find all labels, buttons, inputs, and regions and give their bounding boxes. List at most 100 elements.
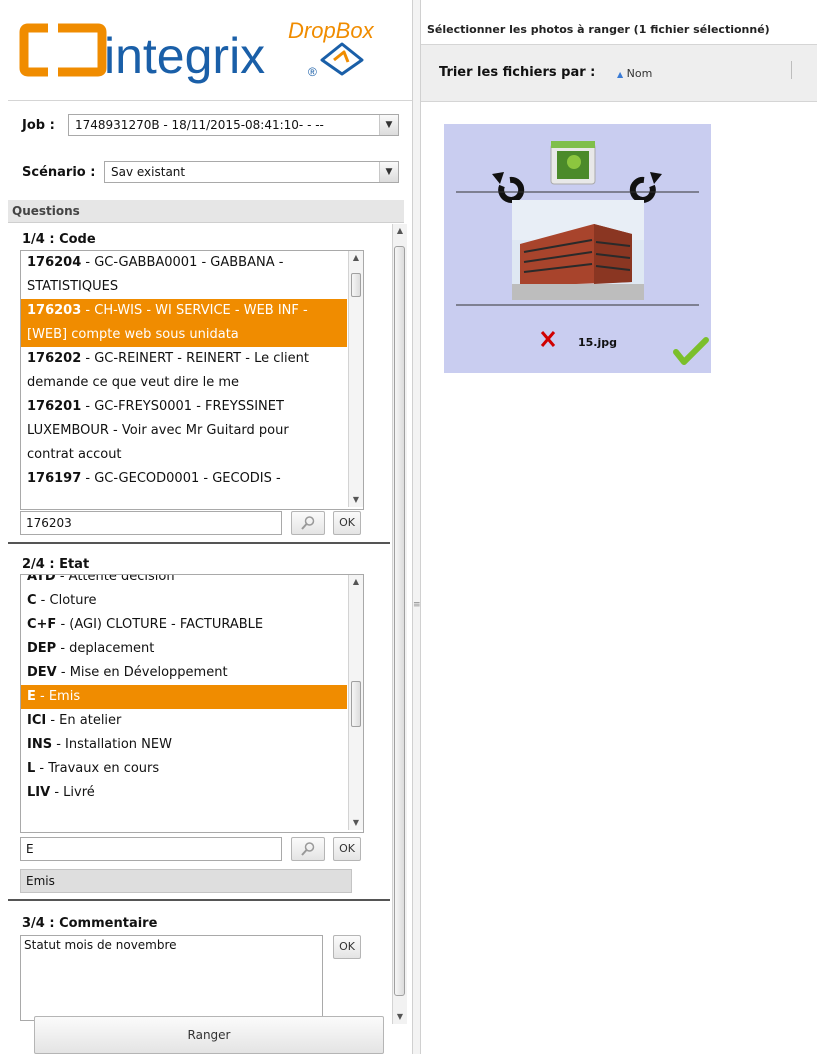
item-text: - GC-REINERT - REINERT - Le client <box>81 351 309 366</box>
etat-listbox[interactable]: ATD - Attente décision C - Cloture C+F -… <box>20 574 364 833</box>
item-code: C+F <box>27 617 57 632</box>
job-label: Job : <box>22 118 55 133</box>
etat-list-item-selected[interactable]: E - Emis <box>21 685 347 709</box>
comment-ok-button[interactable]: OK <box>333 935 361 959</box>
code-search-button[interactable] <box>291 511 325 535</box>
ranger-button[interactable]: Ranger <box>34 1016 384 1054</box>
svg-text:DropBox: DropBox <box>288 18 375 43</box>
item-text: - Emis <box>35 689 81 704</box>
questions-header: Questions <box>8 200 404 223</box>
scenario-select-value: Sav existant <box>111 165 186 179</box>
code-search-input[interactable]: 176203 <box>20 511 282 535</box>
scroll-thumb[interactable] <box>394 246 405 996</box>
item-code: 176201 <box>27 399 82 414</box>
etat-list-item[interactable]: ICI - En atelier <box>21 709 347 733</box>
etat-list-item[interactable]: DEV - Mise en Développement <box>21 661 347 685</box>
left-panel: integrix ® DropBox Job : 1748931270B - 1… <box>0 0 413 1054</box>
check-icon[interactable] <box>673 337 709 365</box>
questions-scrollbar[interactable]: ▲ ▼ <box>392 224 407 1024</box>
sort-field-label: Nom <box>626 67 653 80</box>
chevron-down-icon[interactable]: ▼ <box>379 162 398 182</box>
item-text-line: contrat accout <box>27 447 122 462</box>
splitter[interactable]: ≡ <box>412 0 421 1054</box>
scroll-up-icon[interactable]: ▲ <box>349 251 363 265</box>
scroll-down-icon[interactable]: ▼ <box>349 816 363 830</box>
item-text: - Cloture <box>36 593 97 608</box>
photo-frame-icon[interactable] <box>550 141 596 185</box>
rotate-left-icon[interactable] <box>492 172 525 203</box>
section-divider <box>8 542 390 544</box>
integrix-logo: integrix ® DropBox <box>0 0 412 100</box>
item-text-line: LUXEMBOUR - Voir avec Mr Guitard pour <box>27 423 289 438</box>
code-list-scrollbar[interactable]: ▲ ▼ <box>348 251 363 507</box>
etat-result: Emis <box>20 869 352 893</box>
etat-list-item[interactable]: LIV - Livré <box>21 781 347 805</box>
etat-list-item[interactable]: ATD - Attente décision <box>21 574 347 589</box>
code-list-item[interactable]: 176197 - GC-GECOD0001 - GECODIS - <box>21 467 347 491</box>
item-code: C <box>27 593 37 608</box>
delete-icon[interactable] <box>540 331 556 347</box>
scroll-up-icon[interactable]: ▲ <box>349 575 363 589</box>
code-ok-button[interactable]: OK <box>333 511 361 535</box>
comment-textarea[interactable]: Statut mois de novembre <box>20 935 323 1021</box>
comment-value: Statut mois de novembre <box>24 938 177 952</box>
scroll-down-icon[interactable]: ▼ <box>393 1010 407 1024</box>
etat-search-value: E <box>26 842 34 856</box>
building-thumbnail[interactable] <box>512 200 644 300</box>
right-panel-header: Sélectionner les photos à ranger (1 fich… <box>421 14 817 44</box>
item-text: - GC-FREYS0001 - FREYSSINET <box>81 399 284 414</box>
item-code: ATD <box>27 574 56 584</box>
etat-search-button[interactable] <box>291 837 325 861</box>
rotate-right-icon[interactable] <box>629 172 662 203</box>
code-list-item-selected[interactable]: 176203 - CH-WIS - WI SERVICE - WEB INF -… <box>21 299 347 347</box>
code-list-item[interactable]: 176204 - GC-GABBA0001 - GABBANA - STATIS… <box>21 251 347 299</box>
code-list-item[interactable]: 176202 - GC-REINERT - REINERT - Le clien… <box>21 347 347 395</box>
svg-text:integrix: integrix <box>104 28 265 84</box>
item-code: 176197 <box>27 471 82 486</box>
item-text: - GC-GECOD0001 - GECODIS - <box>81 471 281 486</box>
scenario-select[interactable]: Sav existant ▼ <box>104 161 399 183</box>
item-text: - Mise en Développement <box>56 665 228 680</box>
etat-search-input[interactable]: E <box>20 837 282 861</box>
scenario-label: Scénario : <box>22 165 96 180</box>
scroll-thumb[interactable] <box>351 273 361 297</box>
file-card[interactable]: 15.jpg <box>444 124 711 373</box>
file-name-label: 15.jpg <box>578 336 618 349</box>
sort-by-name-button[interactable]: ▲ Nom <box>617 67 652 80</box>
item-text: - deplacement <box>56 641 155 656</box>
etat-list-scrollbar[interactable]: ▲ ▼ <box>348 575 363 830</box>
sort-asc-icon: ▲ <box>617 70 624 79</box>
etat-list-item[interactable]: DEP - deplacement <box>21 637 347 661</box>
sort-label: Trier les fichiers par : <box>439 65 596 80</box>
etat-list-item[interactable]: C+F - (AGI) CLOTURE - FACTURABLE <box>21 613 347 637</box>
scroll-up-icon[interactable]: ▲ <box>393 224 407 238</box>
section-divider <box>8 899 390 901</box>
item-code: 176202 <box>27 351 82 366</box>
etat-list-item[interactable]: INS - Installation NEW <box>21 733 347 757</box>
item-text: - GC-GABBA0001 - GABBANA - <box>81 255 284 270</box>
etat-list: ATD - Attente décision C - Cloture C+F -… <box>21 574 347 805</box>
code-list-item[interactable]: 176201 - GC-FREYS0001 - FREYSSINET LUXEM… <box>21 395 347 467</box>
etat-list-item[interactable]: C - Cloture <box>21 589 347 613</box>
item-text: - Travaux en cours <box>35 761 160 776</box>
etat-ok-button[interactable]: OK <box>333 837 361 861</box>
item-text-line: [WEB] compte web sous unidata <box>27 327 239 342</box>
job-select[interactable]: 1748931270B - 18/11/2015-08:41:10- - -- … <box>68 114 399 136</box>
code-listbox[interactable]: 176204 - GC-GABBA0001 - GABBANA - STATIS… <box>20 250 364 510</box>
scroll-down-icon[interactable]: ▼ <box>349 493 363 507</box>
logo-divider <box>8 100 412 101</box>
item-text: - Attente décision <box>55 574 175 584</box>
code-list: 176204 - GC-GABBA0001 - GABBANA - STATIS… <box>21 251 347 491</box>
questions-header-label: Questions <box>12 204 80 218</box>
item-text: - En atelier <box>46 713 122 728</box>
item-code: ICI <box>27 713 47 728</box>
item-text: - CH-WIS - WI SERVICE - WEB INF - <box>81 303 308 318</box>
scroll-thumb[interactable] <box>351 681 361 727</box>
item-code: E <box>27 689 36 704</box>
item-code: LIV <box>27 785 51 800</box>
splitter-handle-icon[interactable]: ≡ <box>413 600 421 610</box>
job-select-value: 1748931270B - 18/11/2015-08:41:10- - -- <box>75 118 324 132</box>
toolbar-divider <box>791 61 792 79</box>
etat-list-item[interactable]: L - Travaux en cours <box>21 757 347 781</box>
chevron-down-icon[interactable]: ▼ <box>379 115 398 135</box>
